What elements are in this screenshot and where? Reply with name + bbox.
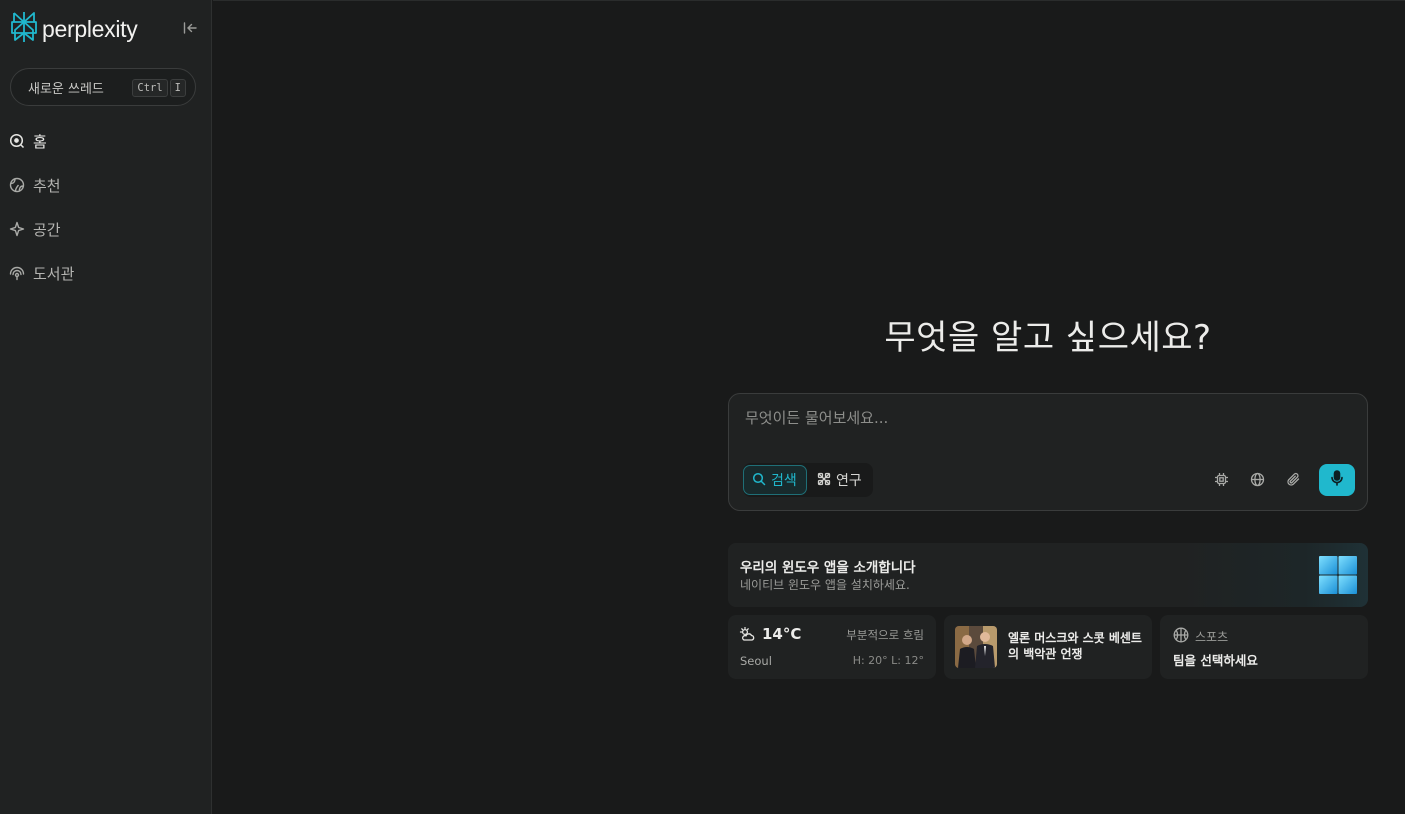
mode-research-button[interactable]: 연구	[811, 465, 871, 495]
sidebar-item-spaces[interactable]: 공간	[8, 217, 61, 241]
source-select-button[interactable]	[1245, 469, 1269, 493]
page-title: 무엇을 알고 싶으세요?	[884, 318, 1212, 358]
attach-icon	[1286, 472, 1301, 491]
mode-research-label: 연구	[836, 473, 862, 489]
basketball-icon	[1173, 627, 1189, 647]
mode-toggle: 검색 연구	[743, 463, 873, 497]
model-select-button[interactable]	[1209, 469, 1233, 493]
sidebar-item-discover[interactable]: 추천	[8, 173, 61, 197]
sidebar-item-library[interactable]: 도서관	[8, 261, 74, 285]
weather-city: Seoul	[740, 654, 772, 668]
collapse-sidebar-button[interactable]	[180, 18, 200, 38]
shortcut-hint: Ctrl I	[132, 79, 186, 97]
windows-app-promo[interactable]: 우리의 윈도우 앱을 소개합니다 네이티브 윈도우 앱을 설치하세요.	[728, 543, 1368, 607]
weather-condition: 부분적으로 흐림	[846, 628, 924, 642]
sidebar-item-home[interactable]: 홈	[8, 129, 47, 153]
search-input[interactable]	[745, 406, 1345, 430]
news-title: 엘론 머스크와 스콧 베센트의 백악관 언쟁	[1008, 631, 1142, 661]
search-box: 검색 연구	[728, 393, 1368, 511]
news-thumbnail	[955, 626, 997, 668]
sidebar-item-label: 공간	[33, 220, 61, 239]
partly-cloudy-icon	[739, 626, 755, 645]
shortcut-key-i: I	[169, 79, 186, 97]
news-card[interactable]: 엘론 머스크와 스콧 베센트의 백악관 언쟁	[944, 615, 1152, 679]
globe-icon	[1250, 472, 1265, 491]
collapse-left-icon	[183, 19, 197, 38]
promo-title: 우리의 윈도우 앱을 소개합니다	[740, 560, 916, 576]
microphone-icon	[1330, 470, 1344, 490]
mode-search-label: 검색	[771, 473, 797, 489]
sidebar-item-label: 도서관	[33, 264, 75, 283]
sports-card[interactable]: 스포츠 팀을 선택하세요	[1160, 615, 1368, 679]
perplexity-logo-icon	[10, 10, 38, 48]
promo-subtitle: 네이티브 윈도우 앱을 설치하세요.	[740, 578, 910, 592]
sidebar: perplexity 새로운 쓰레드 Ctrl I 홈 추천 공간 도서관	[0, 0, 212, 814]
sports-title: 팀을 선택하세요	[1173, 653, 1258, 668]
search-icon	[752, 471, 766, 490]
research-icon	[817, 471, 831, 490]
model-chip-icon	[1214, 472, 1229, 491]
weather-temperature: 14°C	[762, 625, 802, 643]
voice-input-button[interactable]	[1319, 464, 1355, 496]
globe-icon	[8, 176, 26, 194]
new-thread-label: 새로운 쓰레드	[28, 81, 104, 97]
home-search-icon	[8, 132, 26, 150]
sidebar-item-label: 추천	[33, 176, 61, 195]
sports-label: 스포츠	[1195, 630, 1229, 644]
logo-text: perplexity	[42, 15, 138, 42]
library-icon	[8, 264, 26, 282]
windows-logo-icon	[1318, 555, 1358, 595]
attach-button[interactable]	[1281, 469, 1305, 493]
mode-search-button[interactable]: 검색	[743, 465, 807, 495]
weather-hilo: H: 20° L: 12°	[852, 654, 924, 667]
sparkle-icon	[8, 220, 26, 238]
weather-card[interactable]: 14°C 부분적으로 흐림 Seoul H: 20° L: 12°	[728, 615, 936, 679]
new-thread-button[interactable]: 새로운 쓰레드 Ctrl I	[10, 68, 196, 106]
shortcut-key-ctrl: Ctrl	[132, 79, 168, 97]
sidebar-item-label: 홈	[33, 132, 47, 151]
logo[interactable]: perplexity	[10, 10, 138, 48]
